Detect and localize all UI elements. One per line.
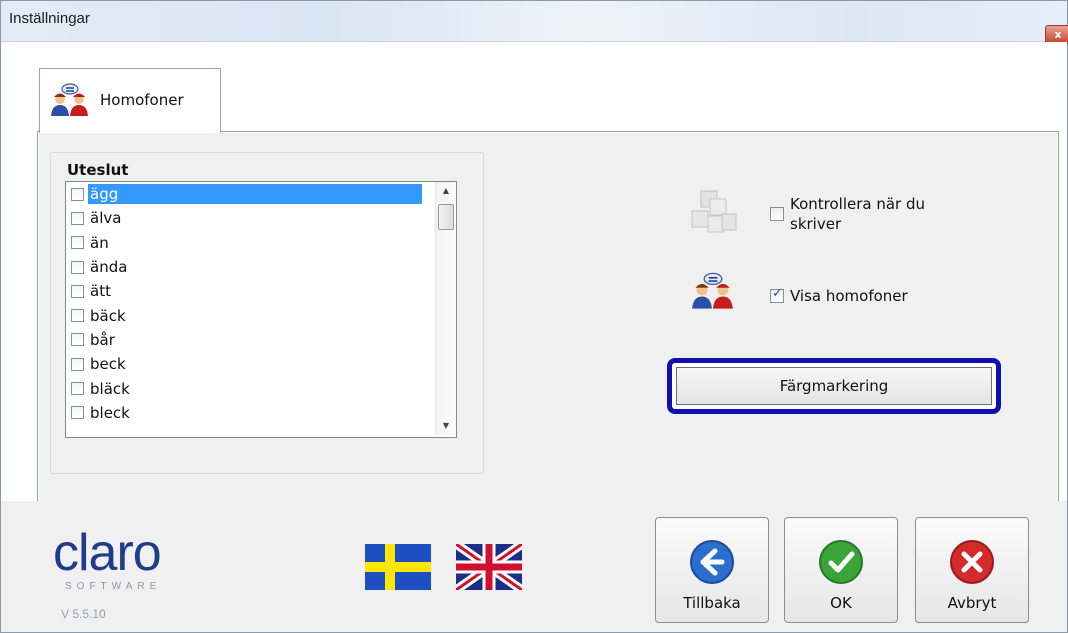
uk-flag[interactable] [456, 544, 522, 590]
list-item[interactable]: älva [66, 206, 436, 230]
list-item[interactable]: bäck [66, 303, 436, 327]
check-while-typing-label-line2: skriver [790, 215, 842, 233]
list-item-label: ätt [90, 282, 111, 301]
list-scrollbar[interactable]: ▲ ▼ [435, 182, 456, 435]
window-title: Inställningar [9, 10, 90, 27]
dialog-content: Homofoner Uteslut ägg älva än ända ätt b… [1, 42, 1067, 503]
list-item-label: bläck [90, 379, 130, 398]
list-item[interactable]: ända [66, 255, 436, 279]
tab-panel: Uteslut ägg älva än ända ätt bäck bår be… [37, 131, 1059, 503]
check-while-typing-label-line1: Kontrollera när du [790, 195, 926, 213]
color-marking-button[interactable]: Färgmarkering [676, 367, 992, 405]
show-homophones-option[interactable]: Visa homofoner [770, 286, 908, 306]
logo-sub-text: SOFTWARE [65, 581, 162, 592]
close-icon: x [1054, 28, 1062, 41]
cubes-icon [691, 190, 737, 233]
list-item-label: bleck [90, 403, 130, 422]
scroll-down-arrow-icon[interactable]: ▼ [436, 417, 456, 435]
scroll-up-arrow-icon[interactable]: ▲ [436, 182, 456, 200]
check-while-typing-checkbox[interactable] [770, 207, 784, 221]
list-item-label: ända [90, 258, 128, 277]
list-item[interactable]: än [66, 231, 436, 255]
list-item[interactable]: beck [66, 352, 436, 376]
close-x-icon [950, 540, 994, 584]
list-item-checkbox[interactable] [71, 260, 84, 274]
claro-logo: claro SOFTWARE [53, 524, 162, 592]
cancel-button-label: Avbryt [947, 594, 997, 612]
list-item-label: ägg [88, 184, 422, 205]
list-item[interactable]: bläck [66, 376, 436, 400]
list-item-checkbox[interactable] [71, 333, 84, 347]
exclude-groupbox: Uteslut ägg älva än ända ätt bäck bår be… [50, 152, 484, 474]
footer: claro SOFTWARE V 5.5.10 Tillbaka OK Avbr… [1, 501, 1067, 632]
back-button[interactable]: Tillbaka [655, 517, 769, 623]
cancel-button[interactable]: Avbryt [915, 517, 1029, 623]
version-label: V 5.5.10 [61, 607, 106, 621]
list-item-checkbox[interactable] [71, 284, 84, 298]
show-homophones-checkbox[interactable] [770, 286, 784, 303]
check-while-typing-option[interactable]: Kontrollera när du skriver [770, 194, 925, 234]
check-while-typing-label: Kontrollera när du skriver [790, 194, 925, 234]
title-bar[interactable]: Inställningar x [1, 1, 1068, 44]
checkmark-icon [819, 540, 863, 584]
list-items: ägg älva än ända ätt bäck bår beck bläck… [66, 182, 436, 425]
swedish-flag[interactable] [365, 544, 431, 590]
people-icon [51, 83, 88, 116]
list-item[interactable]: ägg [66, 182, 436, 206]
tab-label: Homofoner [100, 91, 184, 109]
ok-button[interactable]: OK [784, 517, 898, 623]
list-item[interactable]: ätt [66, 279, 436, 303]
people-icon [692, 272, 733, 309]
exclude-listbox[interactable]: ägg älva än ända ätt bäck bår beck bläck… [65, 181, 457, 438]
list-item-label: beck [90, 355, 126, 374]
list-item-checkbox[interactable] [71, 211, 84, 225]
list-item-checkbox[interactable] [71, 236, 84, 250]
ok-button-label: OK [830, 594, 852, 612]
list-item-checkbox[interactable] [71, 382, 84, 396]
list-item-checkbox[interactable] [71, 309, 84, 323]
list-item-label: bår [90, 330, 115, 349]
list-item-label: bäck [90, 306, 126, 325]
group-label: Uteslut [65, 161, 131, 179]
color-marking-focus-frame: Färgmarkering [667, 358, 1001, 414]
show-homophones-label: Visa homofoner [790, 287, 908, 305]
list-item-checkbox[interactable] [71, 357, 84, 371]
back-button-label: Tillbaka [683, 594, 741, 612]
scroll-thumb[interactable] [438, 204, 454, 230]
list-item-checkbox[interactable] [71, 187, 84, 201]
list-item-label: älva [90, 209, 122, 228]
list-item-label: än [90, 233, 109, 252]
list-item[interactable]: bår [66, 328, 436, 352]
tab-homofoner[interactable]: Homofoner [39, 68, 221, 133]
back-arrow-icon [690, 540, 734, 584]
logo-main-text: claro [53, 524, 162, 582]
list-item-checkbox[interactable] [71, 406, 84, 420]
list-item[interactable]: bleck [66, 401, 436, 425]
settings-window: Inställningar x Homofoner Uteslut ägg äl… [0, 0, 1068, 633]
